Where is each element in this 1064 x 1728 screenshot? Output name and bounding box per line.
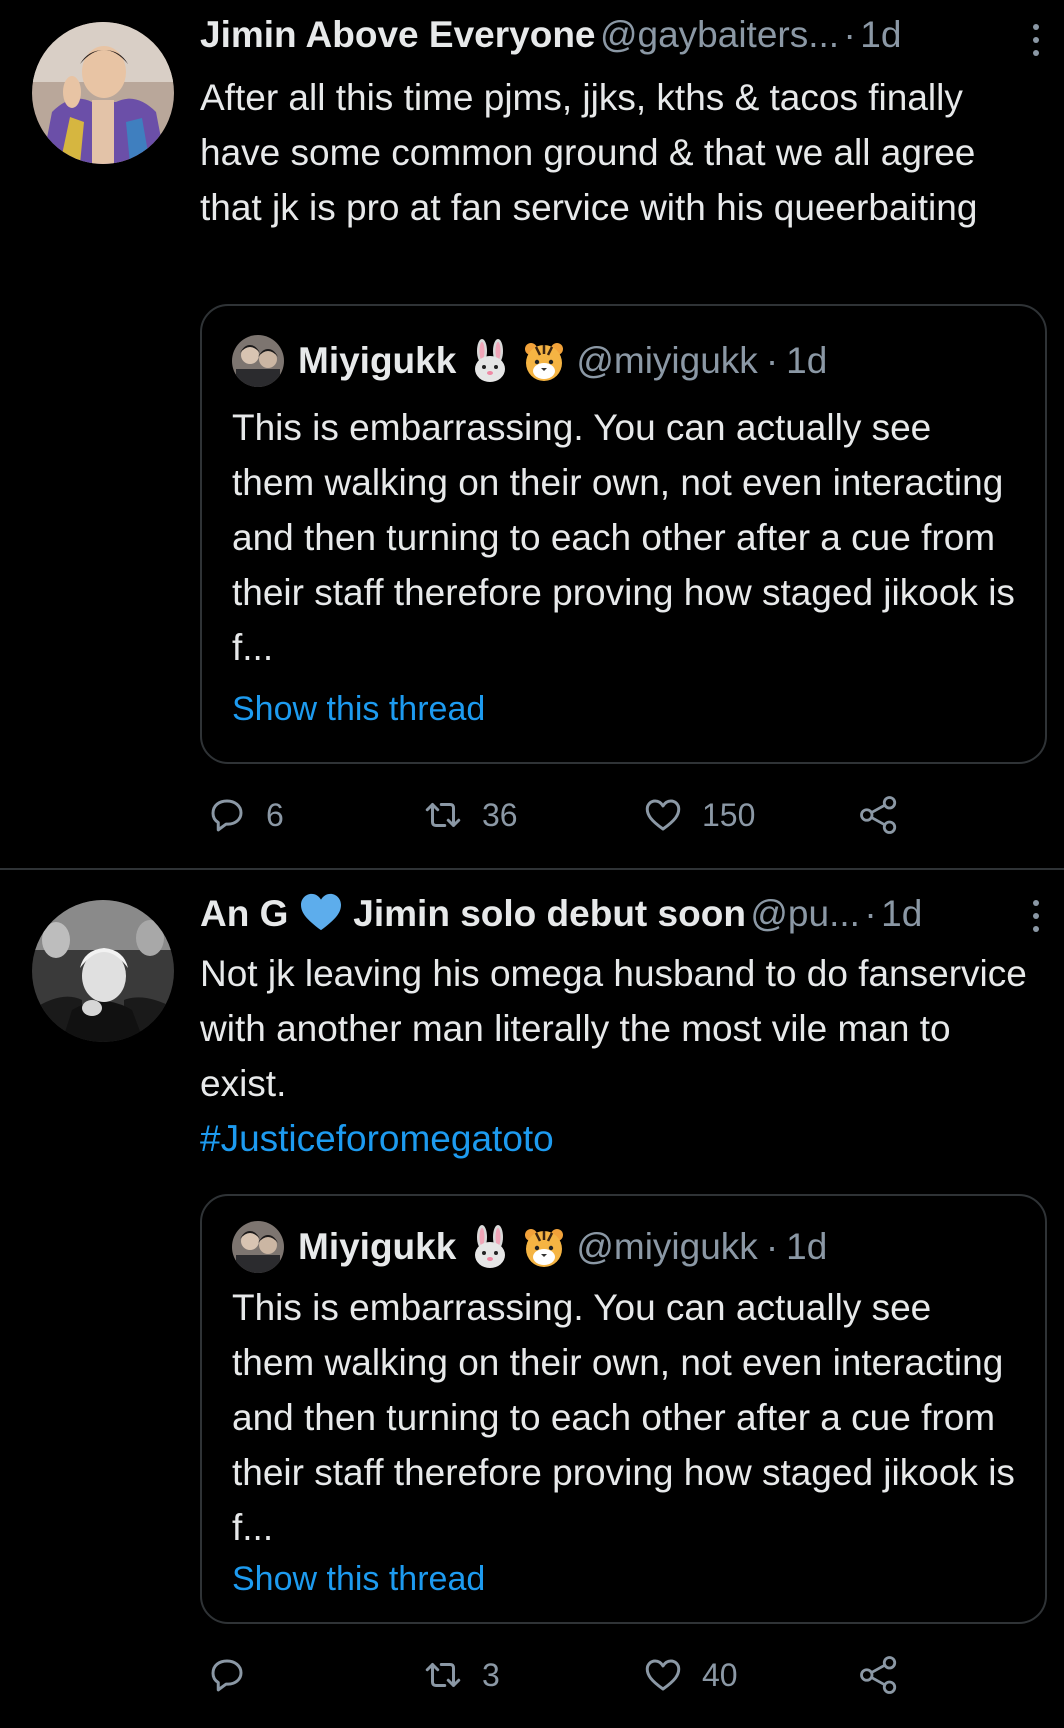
quoted-timestamp: 1d	[786, 340, 828, 381]
tiger-emoji	[522, 339, 566, 383]
tweet[interactable]: Jimin Above Everyone @gaybaiters... · 1d…	[0, 0, 1064, 868]
timestamp[interactable]: 1d	[860, 14, 901, 55]
display-name-suffix[interactable]: Jimin solo debut soon	[353, 893, 746, 934]
retweet-button[interactable]: 36	[422, 790, 518, 840]
separator-dot: ·	[765, 1226, 779, 1267]
quoted-display-name: Miyigukk	[298, 1226, 457, 1267]
quoted-tweet-text: This is embarrassing. You can actually s…	[232, 407, 1015, 668]
tweet-text-content: After all this time pjms, jjks, kths & t…	[200, 77, 978, 228]
quoted-avatar	[232, 335, 284, 387]
quoted-tweet[interactable]: Miyigukk @miyigukk · 1d This is embarras…	[200, 1194, 1047, 1624]
like-count: 40	[702, 1656, 738, 1693]
avatar[interactable]	[32, 22, 174, 164]
quoted-display-name: Miyigukk	[298, 340, 457, 381]
share-button[interactable]	[858, 1650, 900, 1700]
more-options-icon[interactable]	[1030, 896, 1042, 936]
retweet-icon	[425, 803, 461, 827]
separator-dot: ·	[765, 340, 779, 381]
rabbit-emoji	[468, 339, 512, 383]
show-thread-link[interactable]: Show this thread	[232, 690, 485, 729]
heart-icon	[645, 1659, 681, 1691]
quoted-tweet[interactable]: Miyigukk @miyigukk · 1d This is embarras…	[200, 304, 1047, 764]
tweet-text: After all this time pjms, jjks, kths & t…	[200, 70, 1040, 235]
tweet-actions: 3 40	[200, 1650, 920, 1700]
tiger-emoji	[522, 1225, 566, 1269]
tweet-text-content: Not jk leaving his omega husband to do f…	[200, 953, 1027, 1104]
tweet-header: An G Jimin solo debut soon @pu... · 1d	[200, 892, 1044, 942]
share-icon	[860, 796, 897, 834]
retweet-button[interactable]: 3	[422, 1650, 500, 1700]
tweet-actions: 6 36 150	[200, 790, 920, 840]
user-handle[interactable]: @gaybaiters...	[600, 14, 839, 55]
reply-icon	[211, 1659, 243, 1692]
user-handle[interactable]: @pu...	[750, 893, 860, 934]
quoted-tweet-header: Miyigukk @miyigukk · 1d	[232, 335, 828, 387]
separator-dot: ·	[843, 14, 856, 55]
quoted-tweet-header: Miyigukk @miyigukk · 1d	[232, 1221, 828, 1273]
quoted-user-handle: @miyigukk	[576, 1226, 758, 1267]
reply-button[interactable]	[206, 1650, 266, 1700]
show-thread-link[interactable]: Show this thread	[232, 1560, 485, 1599]
retweet-count: 3	[482, 1656, 500, 1693]
tweet[interactable]: An G Jimin solo debut soon @pu... · 1d N…	[0, 870, 1064, 1728]
reply-count: 6	[266, 796, 284, 833]
quoted-timestamp: 1d	[786, 1226, 828, 1267]
avatar[interactable]	[32, 900, 174, 1042]
more-options-icon[interactable]	[1030, 20, 1042, 60]
quoted-tweet-text: This is embarrassing. You can actually s…	[232, 1287, 1015, 1548]
retweet-count: 36	[482, 796, 518, 833]
display-name[interactable]: An G	[200, 893, 288, 934]
hashtag-link[interactable]: #Justiceforomegatoto	[200, 1118, 554, 1159]
blue-heart-emoji	[300, 893, 341, 931]
reply-icon	[211, 799, 243, 832]
share-button[interactable]	[858, 790, 900, 840]
quoted-avatar	[232, 1221, 284, 1273]
retweet-icon	[425, 1663, 461, 1687]
quoted-user-handle: @miyigukk	[576, 340, 758, 381]
heart-icon	[645, 799, 681, 831]
share-icon	[860, 1656, 897, 1694]
tweet-header: Jimin Above Everyone @gaybaiters... · 1d	[200, 14, 1044, 64]
separator-dot: ·	[864, 893, 877, 934]
display-name[interactable]: Jimin Above Everyone	[200, 14, 596, 55]
timestamp[interactable]: 1d	[881, 893, 922, 934]
tweet-text: Not jk leaving his omega husband to do f…	[200, 946, 1040, 1166]
rabbit-emoji	[468, 1225, 512, 1269]
like-button[interactable]: 40	[642, 1650, 738, 1700]
like-count: 150	[702, 796, 756, 833]
like-button[interactable]: 150	[642, 790, 755, 840]
reply-button[interactable]: 6	[206, 790, 284, 840]
